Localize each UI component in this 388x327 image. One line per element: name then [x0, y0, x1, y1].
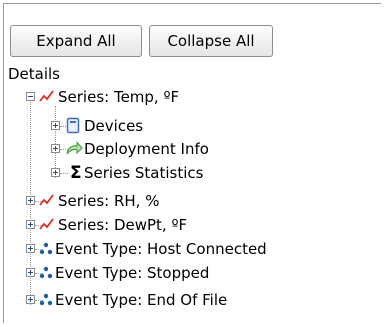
- tree-node-event-end-of-file[interactable]: Event Type: End Of File: [0, 291, 380, 309]
- tree-node-series-dewpt[interactable]: Series: DewPt, ºF: [0, 216, 380, 234]
- expand-toggle-icon[interactable]: [26, 220, 35, 229]
- tree-node-devices[interactable]: Devices: [0, 117, 380, 135]
- expand-toggle-icon[interactable]: [51, 144, 60, 153]
- expand-toggle-icon[interactable]: [26, 244, 35, 253]
- event-type-icon: [39, 266, 53, 279]
- expand-toggle-icon[interactable]: [51, 121, 60, 130]
- series-line-icon: [39, 218, 54, 230]
- expand-toggle-icon[interactable]: [51, 168, 60, 177]
- expand-toggle-icon[interactable]: [26, 268, 35, 277]
- collapse-all-button[interactable]: Collapse All: [149, 25, 273, 57]
- expand-toggle-icon[interactable]: [26, 295, 35, 304]
- tree-node-event-host-connected[interactable]: Event Type: Host Connected: [0, 240, 380, 258]
- tree-node-label: Devices: [84, 117, 144, 135]
- tree-node-event-stopped[interactable]: Event Type: Stopped: [0, 264, 380, 282]
- device-icon: [66, 117, 80, 134]
- sigma-icon: Σ: [70, 163, 82, 183]
- event-type-icon: [39, 293, 53, 306]
- tree-node-label: Series: RH, %: [58, 192, 160, 210]
- tree-node-series-temp[interactable]: Series: Temp, ºF: [0, 88, 380, 106]
- tree-node-deployment-info[interactable]: Deployment Info: [0, 140, 380, 158]
- tree-root-label: Details: [8, 65, 61, 83]
- event-type-icon: [39, 242, 53, 255]
- collapse-toggle-icon[interactable]: [26, 92, 35, 101]
- expand-all-button[interactable]: Expand All: [10, 25, 142, 57]
- expand-toggle-icon[interactable]: [26, 196, 35, 205]
- tree-node-label: Event Type: Host Connected: [55, 240, 267, 258]
- tree-node-label: Event Type: End Of File: [55, 291, 228, 309]
- tree-node-label: Series: DewPt, ºF: [58, 216, 188, 234]
- tree-node-label: Series Statistics: [84, 164, 204, 182]
- deployment-arrow-icon: [66, 141, 83, 155]
- tree-node-series-statistics[interactable]: Σ Series Statistics: [0, 164, 380, 182]
- tree-node-label: Series: Temp, ºF: [58, 88, 180, 106]
- series-line-icon: [39, 90, 54, 102]
- tree-node-series-rh[interactable]: Series: RH, %: [0, 192, 380, 210]
- tree-node-label: Event Type: Stopped: [55, 264, 210, 282]
- series-line-icon: [39, 194, 54, 206]
- tree-node-label: Deployment Info: [84, 140, 209, 158]
